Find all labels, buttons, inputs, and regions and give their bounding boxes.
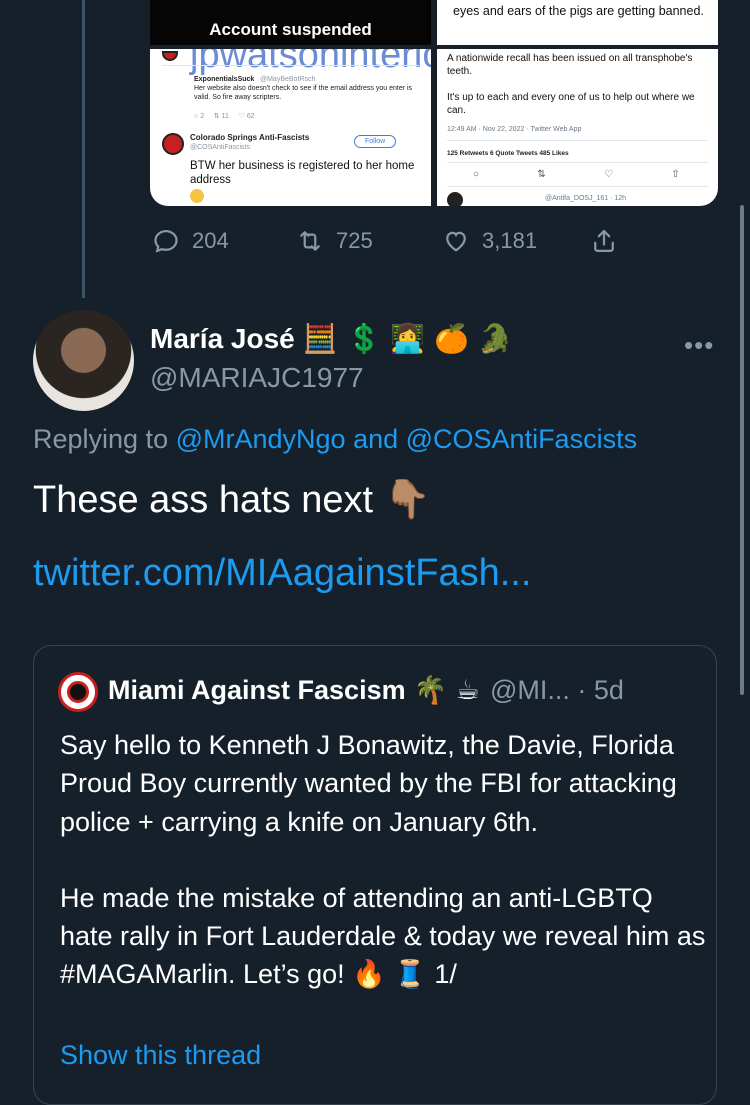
tile2-text: eyes and ears of the pigs are getting ba…: [453, 4, 704, 18]
account-suspended-text: Account suspended: [209, 20, 372, 39]
quoted-header: Miami Against Fascism 🌴 ☕ @MI... · 5d: [108, 674, 624, 707]
mention-cosantifascists[interactable]: @COSAntiFascists: [406, 424, 637, 454]
tile4-action-icons: ○ ⇅ ♡ ⇧: [473, 169, 680, 180]
like-count: 3,181: [482, 228, 538, 253]
tile3-reply2-text: BTW her business is registered to her ho…: [190, 160, 415, 186]
tile3-reply1-text: Her website also doesn't check to see if…: [194, 85, 413, 101]
media-tile-4[interactable]: A nationwide recall has been issued on a…: [437, 49, 718, 206]
tile4-text2: It's up to each and every one of us to h…: [447, 92, 695, 116]
media-tile-2[interactable]: eyes and ears of the pigs are getting ba…: [437, 0, 718, 45]
retweet-count: 725: [336, 228, 373, 253]
avatar[interactable]: [33, 310, 134, 411]
retweet-icon: [300, 231, 320, 251]
quoted-name-emojis: 🌴 ☕: [413, 675, 480, 706]
tile3-avatar-top: [162, 51, 178, 61]
quoted-paragraph-2: He made the mistake of attending an anti…: [60, 882, 706, 990]
tile3-retweet-count: 11: [221, 113, 229, 120]
tile4-footer-avatar: [447, 192, 463, 206]
media-tile-3[interactable]: jpwatsoninteriors.com/about Exponentials…: [150, 49, 431, 206]
tile3-reply2-handle: @COSAntiFascists: [190, 144, 251, 151]
retweet-button[interactable]: 725: [296, 226, 373, 256]
tile3-reply2-avatar: [162, 133, 184, 155]
replying-prefix: Replying to: [33, 424, 176, 454]
like-button[interactable]: 3,181: [442, 226, 537, 256]
tweet-text: These ass hats next 👇🏽: [33, 479, 431, 521]
tile3-follow-button: Follow: [354, 135, 397, 148]
quoted-handle-time: @MI... · 5d: [490, 674, 624, 705]
tweet-link[interactable]: twitter.com/MIAagainstFash...: [33, 552, 531, 595]
tile3-reply-count: 2: [200, 113, 205, 120]
tile3-reply1-name: ExponentialsSuck: [194, 76, 255, 83]
tile4-timestamp: 12:49 AM · Nov 22, 2022 · Twitter Web Ap…: [447, 126, 582, 133]
author-handle[interactable]: @MARIAJC1977: [150, 362, 364, 394]
tile4-divider-3: [447, 186, 708, 187]
tile4-divider-1: [447, 140, 708, 141]
emoji-face-icon: [190, 189, 204, 203]
heart-icon: [446, 231, 466, 252]
replying-and: and: [345, 424, 406, 454]
quoted-tweet-text: Say hello to Kenneth J Bonawitz, the Dav…: [60, 726, 710, 994]
replying-to-line: Replying to @MrAndyNgo and @COSAntiFasci…: [33, 424, 637, 455]
scrollbar[interactable]: [740, 205, 744, 695]
share-button[interactable]: [590, 226, 618, 256]
thread-connector-line: [82, 0, 85, 298]
quoted-avatar: [58, 672, 98, 712]
tile3-like-icon: ♡: [238, 113, 247, 120]
reply-icon: [154, 229, 178, 253]
share-icon: [594, 229, 614, 253]
more-dots-icon[interactable]: •••: [684, 330, 714, 361]
tile4-text1: A nationwide recall has been issued on a…: [447, 53, 693, 77]
tile3-divider: [162, 65, 419, 66]
tile3-retweet-icon: ⇅: [213, 113, 222, 120]
reply-button[interactable]: 204: [152, 226, 229, 256]
quoted-paragraph-1: Say hello to Kenneth J Bonawitz, the Dav…: [60, 730, 677, 837]
media-tile-1[interactable]: Account suspended: [150, 0, 431, 45]
tile3-reply1-stats: ○ 2 ⇅ 11 ♡ 62: [194, 112, 255, 121]
reply-count: 204: [192, 228, 229, 253]
tile3-reply2-name: Colorado Springs Anti-Fascists: [190, 133, 310, 142]
quoted-display-name: Miami Against Fascism: [108, 674, 406, 705]
tile4-footer-handle: @Antifa_DOSJ_161 · 12h: [545, 195, 627, 202]
tile3-like-count: 62: [246, 113, 255, 120]
name-emojis: 🧮 💲 👩‍💻 🍊 🐊: [302, 322, 513, 355]
previous-tweet-media-grid[interactable]: Account suspended eyes and ears of the p…: [150, 0, 718, 206]
tile3-reply1-handle: @MayBeBotRsch: [260, 76, 316, 83]
tile3-url: jpwatsoninteriors.com/about: [190, 49, 431, 76]
show-thread-link[interactable]: Show this thread: [60, 1040, 261, 1071]
display-name[interactable]: María José: [150, 323, 295, 355]
tile4-stats: 125 Retweets 6 Quote Tweets 485 Likes: [447, 150, 569, 157]
author-name-row: María José 🧮 💲 👩‍💻 🍊 🐊: [150, 322, 513, 355]
quoted-tweet-card[interactable]: Miami Against Fascism 🌴 ☕ @MI... · 5d Sa…: [33, 645, 717, 1105]
mention-mrandyngo[interactable]: @MrAndyNgo: [176, 424, 346, 454]
tile4-divider-2: [447, 162, 708, 163]
